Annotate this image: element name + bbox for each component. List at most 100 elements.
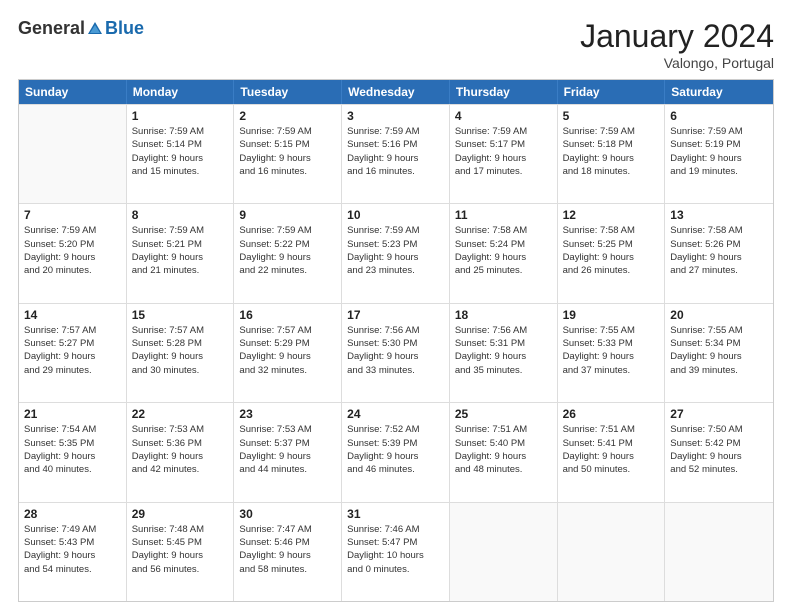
day-info: Sunrise: 7:54 AM Sunset: 5:35 PM Dayligh… <box>24 423 121 476</box>
calendar-cell: 1 Sunrise: 7:59 AM Sunset: 5:14 PM Daylig… <box>127 105 235 203</box>
day-info: Sunrise: 7:51 AM Sunset: 5:40 PM Dayligh… <box>455 423 552 476</box>
calendar-cell: 21 Sunrise: 7:54 AM Sunset: 5:35 PM Dayli… <box>19 403 127 501</box>
logo: General Blue <box>18 18 144 39</box>
day-info: Sunrise: 7:55 AM Sunset: 5:34 PM Dayligh… <box>670 324 768 377</box>
calendar-cell <box>450 503 558 601</box>
calendar-cell: 2 Sunrise: 7:59 AM Sunset: 5:15 PM Daylig… <box>234 105 342 203</box>
day-number: 22 <box>132 407 229 421</box>
day-number: 6 <box>670 109 768 123</box>
day-number: 3 <box>347 109 444 123</box>
calendar-cell: 15 Sunrise: 7:57 AM Sunset: 5:28 PM Dayli… <box>127 304 235 402</box>
calendar-week-row: 21 Sunrise: 7:54 AM Sunset: 5:35 PM Dayli… <box>19 402 773 501</box>
day-number: 31 <box>347 507 444 521</box>
day-info: Sunrise: 7:59 AM Sunset: 5:22 PM Dayligh… <box>239 224 336 277</box>
day-number: 15 <box>132 308 229 322</box>
day-info: Sunrise: 7:57 AM Sunset: 5:28 PM Dayligh… <box>132 324 229 377</box>
day-header: Friday <box>558 80 666 104</box>
day-number: 19 <box>563 308 660 322</box>
day-number: 21 <box>24 407 121 421</box>
day-number: 24 <box>347 407 444 421</box>
calendar-cell <box>19 105 127 203</box>
calendar-cell: 13 Sunrise: 7:58 AM Sunset: 5:26 PM Dayli… <box>665 204 773 302</box>
calendar-cell: 9Sunrise: 7:59 AM Sunset: 5:22 PM Daylig… <box>234 204 342 302</box>
calendar-week-row: 28 Sunrise: 7:49 AM Sunset: 5:43 PM Dayli… <box>19 502 773 601</box>
day-number: 12 <box>563 208 660 222</box>
day-header: Wednesday <box>342 80 450 104</box>
day-info: Sunrise: 7:58 AM Sunset: 5:26 PM Dayligh… <box>670 224 768 277</box>
header: General Blue January 2024 Valongo, Portu… <box>18 18 774 71</box>
day-number: 11 <box>455 208 552 222</box>
calendar-cell: 29 Sunrise: 7:48 AM Sunset: 5:45 PM Dayli… <box>127 503 235 601</box>
day-number: 10 <box>347 208 444 222</box>
calendar-cell: 3 Sunrise: 7:59 AM Sunset: 5:16 PM Daylig… <box>342 105 450 203</box>
day-info: Sunrise: 7:58 AM Sunset: 5:24 PM Dayligh… <box>455 224 552 277</box>
day-number: 17 <box>347 308 444 322</box>
calendar-cell: 10 Sunrise: 7:59 AM Sunset: 5:23 PM Dayli… <box>342 204 450 302</box>
calendar-cell: 11 Sunrise: 7:58 AM Sunset: 5:24 PM Dayli… <box>450 204 558 302</box>
day-info: Sunrise: 7:59 AM Sunset: 5:16 PM Dayligh… <box>347 125 444 178</box>
calendar-cell: 28 Sunrise: 7:49 AM Sunset: 5:43 PM Dayli… <box>19 503 127 601</box>
day-number: 30 <box>239 507 336 521</box>
calendar-cell: 8 Sunrise: 7:59 AM Sunset: 5:21 PM Daylig… <box>127 204 235 302</box>
page: General Blue January 2024 Valongo, Portu… <box>0 0 792 612</box>
day-header: Tuesday <box>234 80 342 104</box>
calendar-cell: 5 Sunrise: 7:59 AM Sunset: 5:18 PM Daylig… <box>558 105 666 203</box>
day-info: Sunrise: 7:59 AM Sunset: 5:15 PM Dayligh… <box>239 125 336 178</box>
subtitle: Valongo, Portugal <box>580 55 774 71</box>
day-header: Saturday <box>665 80 773 104</box>
day-number: 2 <box>239 109 336 123</box>
calendar-cell: 22 Sunrise: 7:53 AM Sunset: 5:36 PM Dayli… <box>127 403 235 501</box>
day-number: 4 <box>455 109 552 123</box>
calendar-week-row: 14Sunrise: 7:57 AM Sunset: 5:27 PM Dayli… <box>19 303 773 402</box>
logo-blue-text: Blue <box>105 18 144 39</box>
day-header: Monday <box>127 80 235 104</box>
calendar-cell: 16 Sunrise: 7:57 AM Sunset: 5:29 PM Dayli… <box>234 304 342 402</box>
day-info: Sunrise: 7:59 AM Sunset: 5:18 PM Dayligh… <box>563 125 660 178</box>
calendar-cell: 12 Sunrise: 7:58 AM Sunset: 5:25 PM Dayli… <box>558 204 666 302</box>
day-number: 26 <box>563 407 660 421</box>
day-info: Sunrise: 7:52 AM Sunset: 5:39 PM Dayligh… <box>347 423 444 476</box>
calendar-cell: 26Sunrise: 7:51 AM Sunset: 5:41 PM Dayli… <box>558 403 666 501</box>
calendar: SundayMondayTuesdayWednesdayThursdayFrid… <box>18 79 774 602</box>
day-number: 13 <box>670 208 768 222</box>
day-number: 16 <box>239 308 336 322</box>
calendar-cell: 6Sunrise: 7:59 AM Sunset: 5:19 PM Daylig… <box>665 105 773 203</box>
day-info: Sunrise: 7:59 AM Sunset: 5:14 PM Dayligh… <box>132 125 229 178</box>
day-info: Sunrise: 7:56 AM Sunset: 5:31 PM Dayligh… <box>455 324 552 377</box>
day-number: 1 <box>132 109 229 123</box>
logo-icon <box>86 20 104 38</box>
day-number: 25 <box>455 407 552 421</box>
calendar-cell <box>665 503 773 601</box>
logo-general-text: General <box>18 18 85 39</box>
calendar-cell: 27Sunrise: 7:50 AM Sunset: 5:42 PM Dayli… <box>665 403 773 501</box>
day-number: 28 <box>24 507 121 521</box>
day-header: Sunday <box>19 80 127 104</box>
calendar-cell: 30 Sunrise: 7:47 AM Sunset: 5:46 PM Dayli… <box>234 503 342 601</box>
day-info: Sunrise: 7:57 AM Sunset: 5:29 PM Dayligh… <box>239 324 336 377</box>
day-info: Sunrise: 7:56 AM Sunset: 5:30 PM Dayligh… <box>347 324 444 377</box>
day-info: Sunrise: 7:59 AM Sunset: 5:21 PM Dayligh… <box>132 224 229 277</box>
title-section: January 2024 Valongo, Portugal <box>580 18 774 71</box>
day-info: Sunrise: 7:57 AM Sunset: 5:27 PM Dayligh… <box>24 324 121 377</box>
day-info: Sunrise: 7:59 AM Sunset: 5:20 PM Dayligh… <box>24 224 121 277</box>
calendar-cell: 19Sunrise: 7:55 AM Sunset: 5:33 PM Dayli… <box>558 304 666 402</box>
calendar-cell: 25 Sunrise: 7:51 AM Sunset: 5:40 PM Dayli… <box>450 403 558 501</box>
day-header: Thursday <box>450 80 558 104</box>
day-number: 29 <box>132 507 229 521</box>
day-number: 18 <box>455 308 552 322</box>
calendar-cell: 7Sunrise: 7:59 AM Sunset: 5:20 PM Daylig… <box>19 204 127 302</box>
day-info: Sunrise: 7:47 AM Sunset: 5:46 PM Dayligh… <box>239 523 336 576</box>
calendar-cell: 18 Sunrise: 7:56 AM Sunset: 5:31 PM Dayli… <box>450 304 558 402</box>
day-info: Sunrise: 7:59 AM Sunset: 5:23 PM Dayligh… <box>347 224 444 277</box>
day-info: Sunrise: 7:50 AM Sunset: 5:42 PM Dayligh… <box>670 423 768 476</box>
day-info: Sunrise: 7:48 AM Sunset: 5:45 PM Dayligh… <box>132 523 229 576</box>
day-number: 8 <box>132 208 229 222</box>
day-info: Sunrise: 7:49 AM Sunset: 5:43 PM Dayligh… <box>24 523 121 576</box>
day-info: Sunrise: 7:53 AM Sunset: 5:36 PM Dayligh… <box>132 423 229 476</box>
day-number: 5 <box>563 109 660 123</box>
calendar-week-row: 7Sunrise: 7:59 AM Sunset: 5:20 PM Daylig… <box>19 203 773 302</box>
calendar-cell: 20Sunrise: 7:55 AM Sunset: 5:34 PM Dayli… <box>665 304 773 402</box>
calendar-week-row: 1 Sunrise: 7:59 AM Sunset: 5:14 PM Daylig… <box>19 104 773 203</box>
calendar-cell: 17 Sunrise: 7:56 AM Sunset: 5:30 PM Dayli… <box>342 304 450 402</box>
day-info: Sunrise: 7:58 AM Sunset: 5:25 PM Dayligh… <box>563 224 660 277</box>
